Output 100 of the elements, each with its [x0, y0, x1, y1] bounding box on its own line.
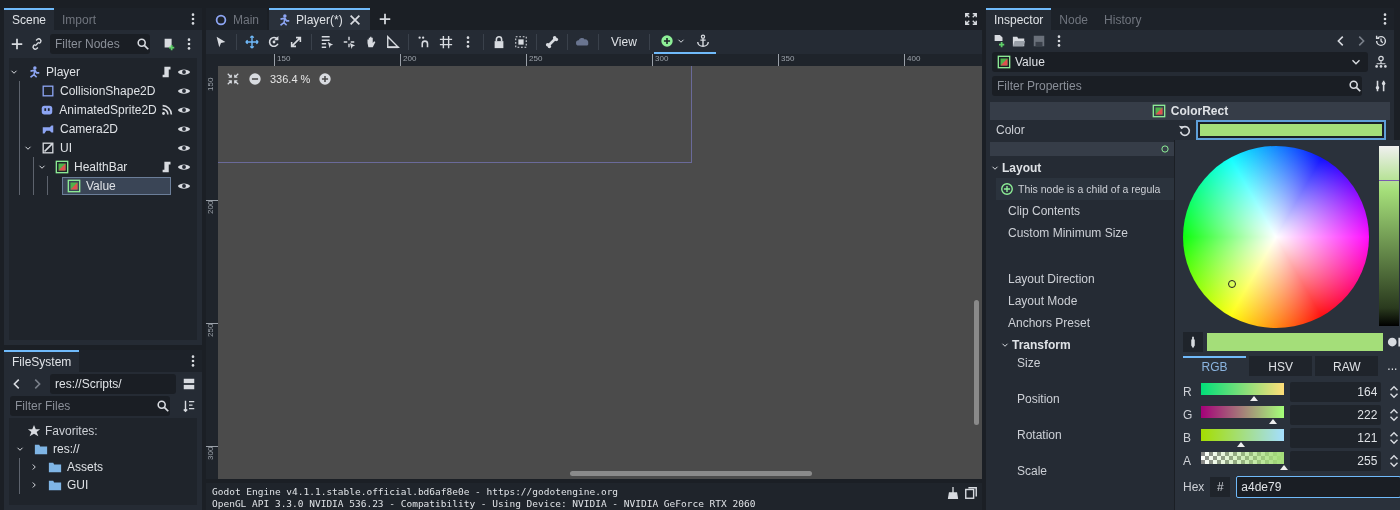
property-label: Custom Minimum Size — [1008, 226, 1129, 240]
script-icon[interactable] — [160, 64, 174, 79]
add-tab-icon[interactable] — [377, 12, 392, 26]
tree-item[interactable]: Camera2D — [36, 119, 124, 138]
add-icon[interactable] — [10, 37, 24, 51]
copy-icon[interactable] — [964, 486, 978, 500]
close-icon[interactable] — [347, 13, 362, 27]
editor-tab[interactable]: Main — [206, 8, 267, 30]
scale-icon[interactable] — [289, 35, 303, 49]
slider-thumb[interactable] — [1250, 396, 1259, 401]
toggle-icon[interactable] — [1387, 335, 1400, 349]
mode-tab[interactable]: RAW — [1315, 356, 1379, 376]
lock-icon[interactable] — [492, 35, 506, 49]
cloud-icon[interactable] — [576, 35, 590, 49]
folder-item[interactable]: Assets — [43, 458, 108, 476]
link-icon[interactable] — [30, 37, 44, 51]
fullscreen-icon[interactable] — [964, 12, 978, 26]
add-circle-icon — [1000, 182, 1014, 196]
value-bar[interactable] — [1379, 146, 1399, 326]
hierarchy-icon[interactable] — [1374, 55, 1388, 69]
zoom-out-icon[interactable] — [248, 72, 262, 86]
grid-icon[interactable] — [439, 35, 453, 49]
more-button[interactable]: ... — [1381, 356, 1400, 376]
info-text: This node is a child of a regula — [1018, 183, 1161, 195]
folder-icon — [34, 442, 48, 456]
eyedropper-button[interactable] — [1183, 332, 1203, 352]
clear-icon[interactable] — [946, 486, 960, 500]
color-swatch[interactable] — [1196, 120, 1386, 140]
new-file-icon[interactable] — [992, 34, 1006, 48]
favorites-label[interactable]: Favorites: — [45, 424, 98, 438]
add-script-icon[interactable] — [162, 37, 176, 51]
class-header[interactable]: ColorRect — [990, 102, 1390, 120]
select-icon[interactable] — [214, 35, 228, 49]
tools-icon[interactable] — [1374, 79, 1388, 93]
filter-field[interactable]: Filter Nodes — [50, 34, 150, 54]
signal-icon[interactable] — [160, 102, 174, 117]
bone-icon[interactable] — [545, 35, 559, 49]
slider-thumb[interactable] — [1236, 442, 1245, 447]
scrollbar[interactable] — [974, 300, 979, 425]
revert-icon[interactable] — [1178, 123, 1192, 137]
panel-tab[interactable]: Node — [1051, 8, 1097, 30]
panel-tab[interactable]: Inspector — [986, 8, 1052, 30]
snap-icon[interactable] — [417, 35, 431, 49]
panel-tab[interactable]: Scene — [4, 8, 55, 30]
channel-value[interactable]: 121 — [1290, 428, 1382, 448]
filter-field[interactable]: Filter Files — [10, 396, 170, 416]
tree-item[interactable]: Value — [61, 176, 171, 195]
hex-field[interactable]: a4de79 — [1236, 476, 1400, 498]
tree-item[interactable]: AnimatedSprite2D — [35, 100, 154, 119]
folder-item[interactable]: res:// — [29, 440, 85, 458]
property-label: Color — [996, 123, 1026, 137]
channel-value[interactable]: 164 — [1290, 382, 1382, 402]
viewport[interactable]: 336.4 % — [218, 66, 982, 479]
folder-item[interactable]: GUI — [43, 476, 94, 494]
save-icon[interactable] — [1032, 34, 1046, 48]
spin-icon[interactable] — [1387, 431, 1400, 445]
channel-value[interactable]: 255 — [1290, 451, 1382, 471]
spin-icon[interactable] — [1387, 454, 1400, 468]
circle-icon — [1160, 144, 1170, 154]
channel-value[interactable]: 222 — [1290, 405, 1382, 425]
list-select-icon[interactable] — [320, 35, 334, 49]
slider-thumb[interactable] — [1269, 419, 1278, 424]
property-label: Scale — [1017, 464, 1048, 478]
open-folder-icon[interactable] — [1012, 34, 1026, 48]
panel-tab[interactable]: Import — [54, 8, 105, 30]
section-title[interactable]: Layout — [1002, 161, 1042, 175]
channel-label: A — [1183, 454, 1192, 468]
split-view-icon[interactable] — [182, 377, 196, 391]
scrollbar[interactable] — [570, 471, 812, 476]
panel-tab[interactable]: History — [1096, 8, 1150, 30]
color-rect-icon — [66, 178, 81, 193]
rotate-icon[interactable] — [267, 35, 281, 49]
tree-item[interactable]: UI — [36, 138, 77, 157]
path-field[interactable]: res://Scripts/ — [50, 374, 176, 394]
mode-tab[interactable]: HSV — [1249, 356, 1313, 376]
editor-tab[interactable]: Player(*) — [269, 8, 370, 30]
tree-item[interactable]: HealthBar — [50, 157, 133, 176]
circle-icon — [214, 13, 228, 27]
channel-label: G — [1183, 408, 1194, 422]
anchor-icon[interactable] — [695, 34, 710, 48]
spin-icon[interactable] — [1387, 408, 1400, 422]
filter-field[interactable]: Filter Properties — [992, 76, 1362, 96]
property-label: Position — [1017, 392, 1060, 406]
add-circle-icon[interactable] — [659, 34, 674, 48]
section-title[interactable]: Transform — [1012, 338, 1071, 352]
ruler-icon[interactable] — [386, 35, 400, 49]
script-icon[interactable] — [160, 159, 174, 174]
history-icon[interactable] — [1374, 34, 1388, 48]
tree-item[interactable]: Player — [22, 62, 85, 81]
tree-item[interactable]: CollisionShape2D — [36, 81, 161, 100]
zoom-in-icon[interactable] — [318, 72, 333, 86]
view-menu-button[interactable]: View — [603, 31, 645, 53]
pivot-icon[interactable] — [342, 35, 356, 49]
node-selector[interactable]: Value — [992, 52, 1368, 72]
move-icon[interactable] — [245, 35, 259, 49]
fit-icon[interactable] — [226, 72, 240, 86]
sort-icon[interactable] — [182, 399, 196, 413]
group-icon[interactable] — [514, 35, 528, 49]
spin-icon[interactable] — [1387, 385, 1400, 399]
panel-tab[interactable]: FileSystem — [4, 350, 80, 372]
